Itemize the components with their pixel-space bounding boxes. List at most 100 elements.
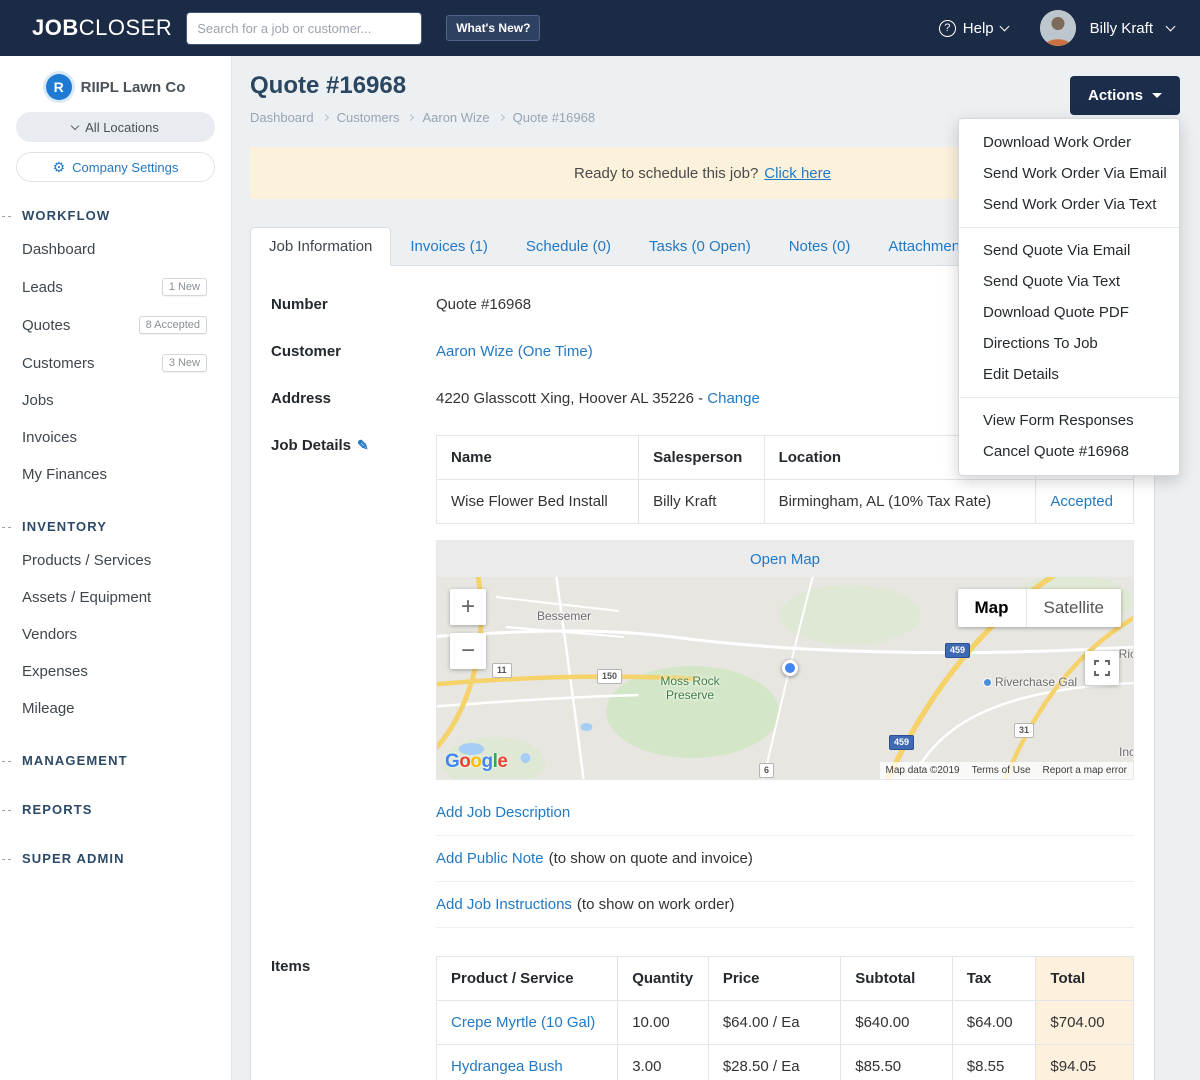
add-job-description-link[interactable]: Add Job Description bbox=[436, 804, 570, 821]
job-details-label: Job Details bbox=[271, 435, 436, 928]
map-view-button[interactable]: Map bbox=[957, 589, 1026, 627]
sidebar-item-leads[interactable]: Leads 1 New bbox=[0, 268, 231, 306]
sidebar-item-my-finances[interactable]: My Finances bbox=[0, 456, 231, 493]
map-canvas[interactable]: Map Satellite 11 150 459 459 bbox=[437, 577, 1133, 779]
item-price: $64.00 / Ea bbox=[707, 1000, 842, 1045]
map-attribution: Map data ©2019 Terms of Use Report a map… bbox=[879, 762, 1133, 779]
menu-send-quote-text[interactable]: Send Quote Via Text bbox=[959, 266, 1179, 297]
menu-download-work-order[interactable]: Download Work Order bbox=[959, 127, 1179, 158]
sidebar-item-customers[interactable]: Customers 3 New bbox=[0, 344, 231, 382]
sidebar-item-products-services[interactable]: Products / Services bbox=[0, 542, 231, 579]
search-input[interactable] bbox=[186, 11, 423, 45]
item-subtotal: $85.50 bbox=[840, 1044, 953, 1080]
map-fullscreen-button[interactable] bbox=[1085, 651, 1119, 685]
route-shield-459-top: 459 bbox=[945, 643, 971, 658]
help-menu[interactable]: Help bbox=[938, 19, 1010, 37]
menu-send-quote-email[interactable]: Send Quote Via Email bbox=[959, 235, 1179, 266]
company-settings-button[interactable]: Company Settings bbox=[16, 152, 215, 182]
job-location-cell: Birmingham, AL (10% Tax Rate) bbox=[763, 479, 1037, 524]
menu-send-work-order-text[interactable]: Send Work Order Via Text bbox=[959, 189, 1179, 220]
tab-schedule[interactable]: Schedule (0) bbox=[507, 227, 630, 266]
item-quantity: 3.00 bbox=[617, 1044, 709, 1080]
section-header-super-admin[interactable]: SUPER ADMIN bbox=[0, 843, 231, 874]
section-header-management[interactable]: MANAGEMENT bbox=[0, 745, 231, 776]
map-zoom-in-button[interactable] bbox=[450, 589, 486, 625]
menu-directions-to-job[interactable]: Directions To Job bbox=[959, 328, 1179, 359]
tab-invoices[interactable]: Invoices (1) bbox=[391, 227, 507, 266]
topbar: JOBCLOSER What's New? Help Billy Kraft bbox=[0, 0, 1200, 56]
help-icon bbox=[938, 19, 956, 37]
caret-down-icon bbox=[1152, 93, 1162, 98]
breadcrumb-dashboard[interactable]: Dashboard bbox=[250, 110, 314, 125]
terms-of-use-link[interactable]: Terms of Use bbox=[972, 765, 1031, 776]
schedule-click-here-link[interactable]: Click here bbox=[764, 165, 831, 182]
quotes-badge: 8 Accepted bbox=[138, 316, 207, 334]
col-quantity: Quantity bbox=[617, 956, 709, 1001]
add-public-note-row: Add Public Note (to show on quote and inv… bbox=[436, 836, 1134, 882]
whats-new-button[interactable]: What's New? bbox=[446, 15, 541, 41]
chevron-down-icon bbox=[999, 21, 1010, 31]
job-col-salesperson: Salesperson bbox=[638, 435, 765, 480]
job-status-link[interactable]: Accepted bbox=[1050, 493, 1113, 510]
tab-tasks[interactable]: Tasks (0 Open) bbox=[630, 227, 770, 266]
map-label-moss-rock: Moss Rock Preserve bbox=[660, 674, 720, 702]
sidebar-item-quotes[interactable]: Quotes 8 Accepted bbox=[0, 306, 231, 344]
breadcrumb-customer-name[interactable]: Aaron Wize bbox=[422, 110, 489, 125]
item-subtotal: $640.00 bbox=[840, 1000, 953, 1045]
actions-button[interactable]: Actions bbox=[1069, 76, 1180, 115]
edit-pencil-icon[interactable] bbox=[351, 437, 369, 454]
address-change-link[interactable]: Change bbox=[707, 390, 760, 407]
item-product-link[interactable]: Hydrangea Bush bbox=[451, 1058, 563, 1075]
add-public-note-link[interactable]: Add Public Note bbox=[436, 850, 544, 867]
customer-type-link[interactable]: (One Time) bbox=[518, 343, 593, 360]
chevron-right-icon bbox=[497, 113, 505, 122]
menu-send-work-order-email[interactable]: Send Work Order Via Email bbox=[959, 158, 1179, 189]
customer-label: Customer bbox=[271, 343, 342, 360]
menu-edit-details[interactable]: Edit Details bbox=[959, 359, 1179, 390]
sidebar-item-dashboard[interactable]: Dashboard bbox=[0, 231, 231, 268]
company-row: R RIIPL Lawn Co bbox=[0, 72, 231, 100]
main-content: Quote #16968 Dashboard Customers Aaron W… bbox=[232, 56, 1200, 1080]
col-price: Price bbox=[707, 956, 842, 1001]
route-shield-459-bottom: 459 bbox=[889, 735, 915, 750]
section-header-reports[interactable]: REPORTS bbox=[0, 794, 231, 825]
map-zoom-out-button[interactable] bbox=[450, 633, 486, 669]
help-label: Help bbox=[962, 19, 994, 37]
job-salesperson-cell: Billy Kraft bbox=[638, 479, 765, 524]
open-map-link[interactable]: Open Map bbox=[750, 551, 820, 568]
user-name[interactable]: Billy Kraft bbox=[1090, 20, 1153, 37]
satellite-view-button[interactable]: Satellite bbox=[1025, 589, 1121, 627]
breadcrumb-customers[interactable]: Customers bbox=[337, 110, 400, 125]
item-quantity: 10.00 bbox=[617, 1000, 709, 1045]
menu-download-quote-pdf[interactable]: Download Quote PDF bbox=[959, 297, 1179, 328]
col-tax: Tax bbox=[951, 956, 1037, 1001]
customer-link[interactable]: Aaron Wize bbox=[436, 343, 514, 360]
job-table-row: Wise Flower Bed Install Billy Kraft Birm… bbox=[435, 479, 1134, 524]
item-total: $704.00 bbox=[1035, 1000, 1134, 1045]
item-tax: $64.00 bbox=[951, 1000, 1037, 1045]
sidebar-item-vendors[interactable]: Vendors bbox=[0, 616, 231, 653]
report-map-error-link[interactable]: Report a map error bbox=[1043, 765, 1127, 776]
sidebar-item-expenses[interactable]: Expenses bbox=[0, 653, 231, 690]
menu-cancel-quote[interactable]: Cancel Quote #16968 bbox=[959, 436, 1179, 467]
tab-notes[interactable]: Notes (0) bbox=[770, 227, 870, 266]
sidebar-item-mileage[interactable]: Mileage bbox=[0, 690, 231, 727]
breadcrumb-current: Quote #16968 bbox=[512, 110, 596, 125]
poi-icon bbox=[983, 678, 992, 688]
col-subtotal: Subtotal bbox=[840, 956, 953, 1001]
item-product-link[interactable]: Crepe Myrtle (10 Gal) bbox=[451, 1014, 595, 1031]
menu-divider bbox=[959, 397, 1179, 398]
route-shield-150: 150 bbox=[597, 669, 623, 684]
chevron-down-icon bbox=[1165, 21, 1176, 31]
user-avatar[interactable] bbox=[1039, 10, 1076, 46]
sidebar-item-jobs[interactable]: Jobs bbox=[0, 382, 231, 419]
map-label-inc: Inc bbox=[1118, 745, 1133, 759]
tab-job-information[interactable]: Job Information bbox=[250, 227, 392, 266]
add-job-instructions-row: Add Job Instructions (to show on work ord… bbox=[436, 882, 1134, 928]
menu-view-form-responses[interactable]: View Form Responses bbox=[959, 405, 1179, 436]
add-job-instructions-link[interactable]: Add Job Instructions bbox=[436, 896, 572, 913]
sidebar-item-invoices[interactable]: Invoices bbox=[0, 419, 231, 456]
all-locations-dropdown[interactable]: All Locations bbox=[16, 112, 215, 142]
customers-badge: 3 New bbox=[161, 354, 207, 372]
sidebar-item-assets-equipment[interactable]: Assets / Equipment bbox=[0, 579, 231, 616]
